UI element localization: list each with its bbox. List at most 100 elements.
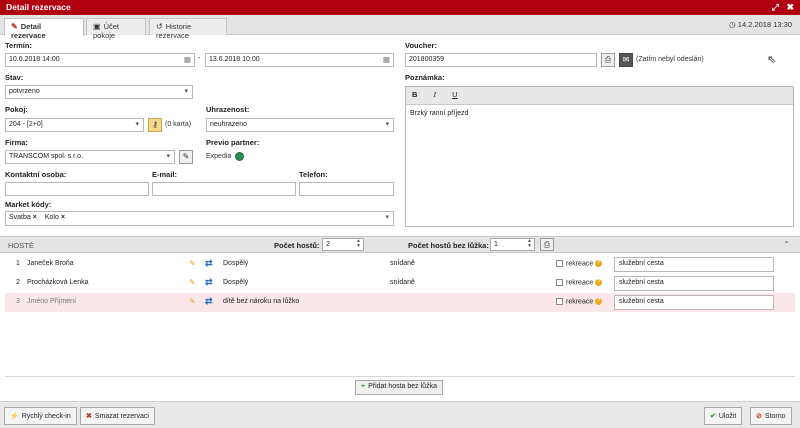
checkbox-icon[interactable] — [556, 279, 563, 286]
checkbox-icon[interactable] — [556, 298, 563, 305]
key-card-button[interactable]: ⚷ — [148, 118, 162, 132]
chevron-down-icon: ▾ — [385, 121, 389, 128]
tab-detail-rezervace[interactable]: ✎ Detail rezervace — [4, 18, 84, 40]
underline-button[interactable]: U — [452, 90, 457, 99]
quick-checkin-label: Rychlý check-in — [21, 413, 71, 420]
note-text[interactable]: Brzký ranní příjezd — [406, 105, 793, 122]
close-icon[interactable]: ✖ — [786, 2, 794, 12]
email-input[interactable] — [152, 182, 296, 196]
tab-historie-rezervace[interactable]: ↺ Historie rezervace — [149, 18, 227, 40]
rekreace-checkbox[interactable]: rekreace? — [556, 260, 603, 267]
tab-bar: ✎ Detail rezervace ▣ Účet pokoje ↺ Historie… — [0, 15, 800, 40]
firma-value: TRANSCOM spol. s r.o. — [9, 153, 83, 160]
telefon-input[interactable] — [299, 182, 394, 196]
uhrazenost-value: neuhrazeno — [210, 121, 247, 128]
rekreace-checkbox[interactable]: rekreace? — [556, 279, 603, 286]
travel-purpose-input[interactable]: služební cesta — [614, 276, 774, 291]
storno-button[interactable]: ⊘ Storno — [750, 407, 792, 425]
nobed-count-spinner[interactable]: 1 ▲ ▼ — [490, 238, 535, 251]
kontakt-label: Kontaktní osoba: — [5, 170, 67, 179]
pencil-icon: ✎ — [11, 22, 18, 31]
tag-label: Kolo — [44, 214, 59, 221]
send-voucher-button[interactable]: ✉ — [619, 53, 633, 67]
bold-button[interactable]: B — [412, 90, 417, 99]
edit-guest-icon[interactable]: ✎ — [189, 259, 196, 268]
history-icon: ↺ — [156, 22, 163, 31]
tab-ucet-pokoje[interactable]: ▣ Účet pokoje — [86, 18, 146, 40]
guest-row[interactable]: 1 Janeček Broňa ✎ ⇄ Dospělý snídaně rekr… — [5, 255, 795, 274]
market-codes-select[interactable]: Svatba × Kolo × ▾ — [5, 211, 394, 226]
guest-name: Jméno Příjmení — [27, 298, 77, 305]
termin-dash: - — [198, 55, 201, 62]
guest-type: dítě bez nároku na lůžko — [223, 298, 300, 305]
editor-toolbar: B I U — [406, 87, 793, 105]
save-button[interactable]: ✔ Uložit — [704, 407, 743, 425]
swap-guest-icon[interactable]: ⇄ — [205, 258, 213, 269]
voucher-input[interactable]: 201800359 — [405, 53, 597, 67]
guest-count-value: 2 — [326, 241, 330, 248]
help-icon[interactable]: ? — [595, 298, 603, 305]
italic-button[interactable]: I — [434, 90, 437, 99]
telefon-label: Telefon: — [299, 170, 328, 179]
mouse-cursor-icon: ⇖ — [767, 54, 777, 66]
expand-icon[interactable]: ⤢ — [772, 2, 779, 12]
edit-guest-icon[interactable]: ✎ — [189, 297, 196, 306]
print-voucher-button[interactable]: ⎙ — [601, 53, 615, 67]
window-controls: ⤢ ✖ — [767, 2, 794, 13]
uhrazenost-select[interactable]: neuhrazeno ▾ — [206, 118, 394, 132]
clock-icon: ◷ — [729, 20, 736, 29]
plus-icon: + — [361, 383, 366, 390]
guest-row[interactable]: 2 Procházková Lenka ✎ ⇄ Dospělý snídaně … — [5, 274, 795, 293]
rekreace-checkbox[interactable]: rekreace? — [556, 298, 603, 305]
firma-select[interactable]: TRANSCOM spol. s r.o. ▾ — [5, 150, 175, 164]
termin-from-field[interactable]: 10.6.2018 14:00 ▦ — [5, 53, 195, 67]
guest-row[interactable]: 3 Jméno Příjmení ✎ ⇄ dítě bez nároku na … — [5, 293, 795, 312]
pokoj-select[interactable]: 204 - [2+0] ▾ — [5, 118, 144, 132]
envelope-icon: ✉ — [622, 55, 630, 64]
nobed-count-value: 1 — [494, 241, 498, 248]
voucher-status: (Zatím nebyl odeslán) — [636, 56, 704, 63]
print-guests-button[interactable]: ⎙ — [540, 238, 554, 251]
add-guest-without-bed-button[interactable]: + Přidat hosta bez lůžka — [355, 380, 443, 395]
edit-guest-icon[interactable]: ✎ — [189, 278, 196, 287]
termin-to-field[interactable]: 13.6.2018 10:00 ▦ — [205, 53, 394, 67]
swap-guest-icon[interactable]: ⇄ — [205, 277, 213, 288]
guest-number: 2 — [16, 279, 20, 286]
note-editor[interactable]: B I U Brzký ranní příjezd — [405, 86, 794, 227]
kontakt-input[interactable] — [5, 182, 149, 196]
remove-tag-icon[interactable]: × — [33, 214, 37, 221]
quick-checkin-button[interactable]: ⚡ Rychlý check-in — [4, 407, 77, 425]
travel-purpose-input[interactable]: služební cesta — [614, 295, 774, 310]
calendar-icon[interactable]: ▦ — [184, 55, 191, 64]
guest-number: 3 — [16, 298, 20, 305]
swap-guest-icon[interactable]: ⇄ — [205, 296, 213, 307]
window-title: Detail rezervace — [6, 2, 71, 12]
guest-name: Janeček Broňa — [27, 260, 74, 267]
guest-count-spinner[interactable]: 2 ▲ ▼ — [322, 238, 364, 251]
travel-purpose-input[interactable]: služební cesta — [614, 257, 774, 272]
guest-number: 1 — [16, 260, 20, 267]
key-icon: ⚷ — [152, 120, 158, 129]
calendar-icon[interactable]: ▦ — [383, 55, 390, 64]
voucher-value: 201800359 — [409, 56, 445, 63]
check-icon: ✔ — [710, 413, 716, 420]
lightning-icon: ⚡ — [10, 413, 19, 420]
stav-select[interactable]: potvrzeno ▾ — [5, 85, 193, 99]
poznamka-label: Poznámka: — [405, 73, 445, 82]
delete-reservation-button[interactable]: ✖ Smazat rezervaci — [80, 407, 155, 425]
help-icon[interactable]: ? — [595, 260, 603, 267]
storno-label: Storno — [764, 413, 786, 420]
collapse-icon[interactable]: ⌃ — [783, 240, 790, 249]
voucher-label: Voucher: — [405, 41, 437, 50]
help-icon[interactable]: ? — [595, 279, 603, 286]
edit-company-button[interactable]: ✎ — [179, 150, 193, 164]
print-icon: ⎙ — [604, 55, 612, 64]
spinner-arrows-icon[interactable]: ▲ ▼ — [356, 239, 361, 249]
spinner-arrows-icon[interactable]: ▲ ▼ — [527, 239, 532, 249]
remove-tag-icon[interactable]: × — [61, 214, 65, 221]
uhrazenost-label: Uhrazenost: — [206, 105, 250, 114]
stav-label: Stav: — [5, 73, 24, 82]
termin-to-value: 13.6.2018 10:00 — [209, 56, 260, 63]
email-label: E-mail: — [152, 170, 178, 179]
checkbox-icon[interactable] — [556, 260, 563, 267]
